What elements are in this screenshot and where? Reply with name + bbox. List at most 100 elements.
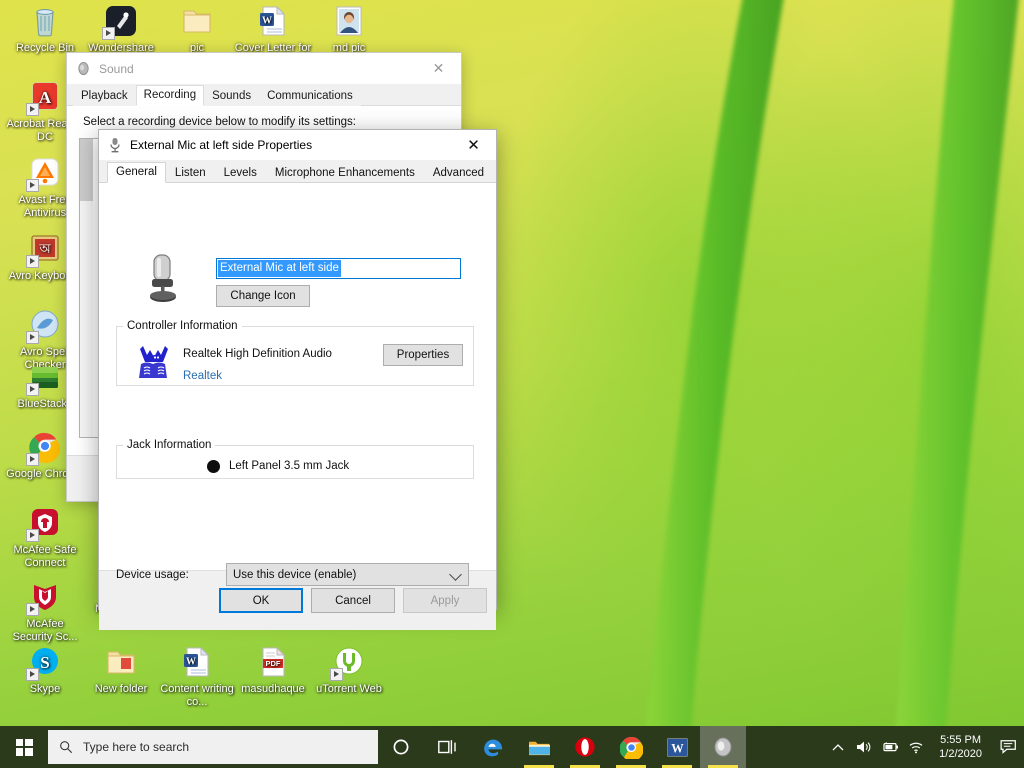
shortcut-overlay-icon [26, 529, 39, 542]
task-view-glyph-icon [438, 739, 457, 755]
edge-glyph-icon [482, 736, 505, 759]
desktop-icon-pic[interactable]: pic [158, 4, 236, 55]
realtek-logo-icon [135, 342, 179, 382]
desktop-icon-mcafee-security-sc[interactable]: McAfee Security Sc... [6, 580, 84, 644]
sound-tab-recording[interactable]: Recording [136, 85, 204, 106]
desktop-icon-label: Content writing co... [158, 683, 236, 709]
svg-text:অ: অ [38, 241, 51, 256]
desktop-icon-skype[interactable]: SSkype [6, 645, 84, 696]
wallpaper-frond-right [840, 0, 1024, 740]
properties-titlebar[interactable]: External Mic at left side Properties ✕ [99, 130, 496, 160]
mcafee-security-icon [28, 580, 62, 614]
properties-close-button[interactable]: ✕ [451, 130, 496, 160]
speaker-glyph-icon [712, 736, 734, 758]
battery-icon[interactable] [877, 726, 903, 768]
svg-text:S: S [40, 653, 49, 672]
avast-icon [28, 156, 62, 190]
controller-name-label: Realtek High Definition Audio [183, 348, 332, 360]
search-icon [59, 740, 73, 754]
desktop-icon-recycle-bin[interactable]: Recycle Bin [6, 4, 84, 55]
controller-properties-button[interactable]: Properties [383, 344, 463, 366]
properties-tab-microphone-enhancements[interactable]: Microphone Enhancements [266, 163, 424, 183]
properties-tab-listen[interactable]: Listen [166, 163, 215, 183]
action-center-icon [1000, 739, 1017, 755]
network-wifi-icon[interactable] [903, 726, 929, 768]
desktop-icon-label: McAfee Security Sc... [6, 618, 84, 644]
general-tab-panel: External Mic at left side Change Icon Co… [99, 183, 496, 571]
properties-tab-bar[interactable]: GeneralListen Levels Microphone Enhancemen… [99, 160, 496, 183]
change-icon-button[interactable]: Change Icon [216, 285, 310, 307]
show-hidden-icons-icon[interactable] [825, 726, 851, 768]
start-button[interactable] [0, 726, 48, 768]
chrome-icon [28, 430, 62, 464]
clock-date: 1/2/2020 [939, 747, 982, 761]
desktop[interactable]: Recycle BinWondershare FilmorapicWCover … [0, 0, 1024, 768]
device-usage-label: Device usage: [116, 569, 189, 581]
search-input[interactable]: Type here to search [48, 730, 378, 764]
action-center-button[interactable] [992, 726, 1024, 768]
microphone-title-icon [108, 137, 122, 153]
tab-label: Sounds [212, 90, 251, 102]
pdf-icon: PDF [256, 645, 290, 679]
svg-text:W: W [262, 16, 272, 27]
svg-text:W: W [671, 741, 684, 755]
sound-window-title: Sound [99, 62, 134, 76]
desktop-icon-mcafee-safe-connect[interactable]: McAfee Safe Connect [6, 506, 84, 570]
shortcut-overlay-icon [102, 27, 115, 40]
shortcut-overlay-icon [26, 331, 39, 344]
properties-tab-levels[interactable]: Levels [215, 163, 266, 183]
sound-tab-bar[interactable]: Playback Recording Sounds Communications [67, 84, 461, 106]
acrobat-reader-icon: A [28, 80, 62, 114]
microphone-device-icon [143, 253, 183, 305]
mcafee-safe-connect-icon [28, 506, 62, 540]
cortana-icon[interactable] [378, 726, 424, 768]
folder-icon [104, 645, 138, 679]
google-chrome-icon[interactable] [608, 726, 654, 768]
properties-tab-general[interactable]: General [107, 162, 166, 183]
shortcut-overlay-icon [26, 255, 39, 268]
desktop-icon-new-folder[interactable]: New folder [82, 645, 160, 696]
microsoft-edge-icon[interactable] [470, 726, 516, 768]
taskbar-clock[interactable]: 5:55 PM 1/2/2020 [929, 733, 992, 761]
microsoft-word-icon[interactable]: W [654, 726, 700, 768]
sound-titlebar[interactable]: Sound ✕ [67, 53, 461, 84]
jack-information-group: Jack Information Left Panel 3.5 mm Jack [116, 439, 474, 479]
controller-vendor-label: Realtek [183, 370, 222, 382]
apply-button[interactable]: Apply [403, 588, 487, 613]
desktop-icon-md-pic[interactable]: md pic [310, 4, 388, 55]
opera-icon[interactable] [562, 726, 608, 768]
device-name-input[interactable] [216, 258, 461, 279]
devices-list-scrollbar[interactable] [80, 139, 93, 437]
device-usage-select[interactable]: Use this device (enable) [226, 563, 469, 586]
volume-icon[interactable] [851, 726, 877, 768]
task-view-icon[interactable] [424, 726, 470, 768]
skype-icon: S [28, 645, 62, 679]
tab-label: Recording [144, 89, 196, 101]
sound-tab-sounds[interactable]: Sounds [204, 86, 259, 106]
desktop-icon-label: masudhaque [234, 683, 312, 696]
desktop-icon-masudhaque[interactable]: PDF masudhaque [234, 645, 312, 696]
desktop-icon-content-writing-co[interactable]: W Content writing co... [158, 645, 236, 709]
ok-button[interactable]: OK [219, 588, 303, 613]
shortcut-overlay-icon [26, 668, 39, 681]
cortana-ring-icon [392, 738, 410, 756]
sound-close-button[interactable]: ✕ [416, 53, 461, 84]
svg-text:PDF: PDF [266, 659, 281, 668]
file-explorer-icon[interactable] [516, 726, 562, 768]
properties-tab-advanced[interactable]: Advanced [424, 163, 493, 183]
opera-glyph-icon [574, 736, 596, 758]
desktop-icon-utorrent-web[interactable]: uTorrent Web [310, 645, 388, 696]
cancel-button[interactable]: Cancel [311, 588, 395, 613]
word-doc-icon: W [180, 645, 214, 679]
sound-tab-communications[interactable]: Communications [259, 86, 361, 106]
jack-description-label: Left Panel 3.5 mm Jack [229, 460, 349, 472]
mic-properties-dialog[interactable]: External Mic at left side Properties ✕ G… [98, 129, 497, 610]
word-glyph-icon: W [667, 737, 688, 758]
sound-control-panel-icon[interactable] [700, 726, 746, 768]
taskbar[interactable]: Type here to search [0, 726, 1024, 768]
system-tray[interactable]: 5:55 PM 1/2/2020 [825, 726, 1024, 768]
bluestacks-icon [28, 360, 62, 394]
sound-tab-playback[interactable]: Playback [73, 86, 136, 106]
tab-label: Levels [224, 167, 257, 179]
scrollbar-thumb[interactable] [80, 139, 93, 201]
